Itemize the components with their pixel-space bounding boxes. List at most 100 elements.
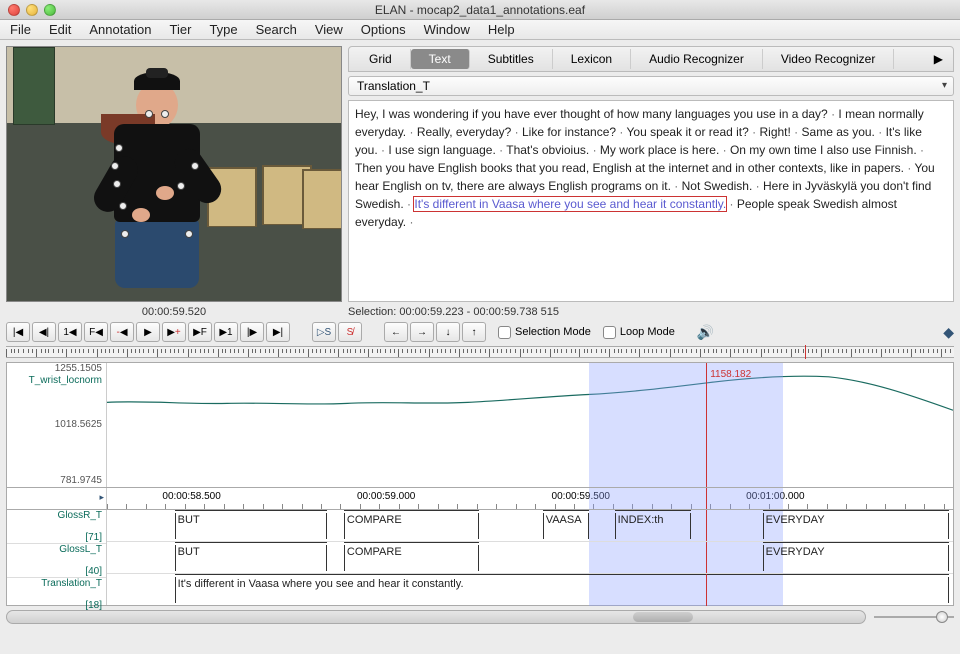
annotation-segment[interactable]: EVERYDAY (763, 513, 949, 539)
time-ruler[interactable]: ▸ 00:00:58.50000:00:59.00000:00:59.50000… (6, 488, 954, 510)
sentence[interactable]: Same as you. (802, 125, 875, 139)
annotation-segment[interactable]: INDEX:th (615, 513, 691, 539)
tier-label-glossl_t[interactable]: GlossL_T[40] (7, 544, 106, 578)
menu-tier[interactable]: Tier (170, 22, 192, 37)
annotation-text: BUT (178, 546, 200, 558)
loop-mode-checkbox[interactable] (603, 326, 616, 339)
menu-window[interactable]: Window (424, 22, 470, 37)
tab-subtitles[interactable]: Subtitles (470, 49, 553, 69)
waveform-y-axis: T_wrist_locnorm 1255.1505 1018.5625 781.… (7, 363, 107, 487)
cursor-value: 1158.182 (710, 369, 751, 380)
sentence-separator: · (404, 197, 415, 211)
zoom-knob[interactable] (936, 611, 948, 623)
tab-grid[interactable]: Grid (351, 49, 411, 69)
waveform-panel[interactable]: T_wrist_locnorm 1255.1505 1018.5625 781.… (6, 362, 954, 488)
sentence-separator: · (589, 143, 600, 157)
sentence[interactable]: On my own time I also use Finnish. (730, 143, 917, 157)
next-pixel-button[interactable]: ▶+ (162, 322, 186, 342)
titlebar: ELAN - mocap2_data1_annotations.eaf (0, 0, 960, 20)
annotation-segment[interactable]: BUT (175, 545, 327, 571)
text-pane[interactable]: Hey, I was wondering if you have ever th… (348, 100, 954, 302)
sentence[interactable]: Right! (759, 125, 790, 139)
sentence-separator: · (791, 125, 802, 139)
sentence-separator: · (726, 197, 737, 211)
menu-edit[interactable]: Edit (49, 22, 71, 37)
annotation-segment[interactable]: COMPARE (344, 545, 479, 571)
menu-file[interactable]: File (10, 22, 31, 37)
menu-search[interactable]: Search (256, 22, 297, 37)
menu-type[interactable]: Type (209, 22, 237, 37)
sel-down-button[interactable]: ↓ (436, 322, 460, 342)
annotation-segment[interactable]: It's different in Vaasa where you see an… (175, 577, 949, 603)
tier-dropdown[interactable]: Translation_T (348, 76, 954, 96)
sentence-separator: · (511, 125, 522, 139)
sentence[interactable]: Hey, I was wondering if you have ever th… (355, 107, 828, 121)
density-ruler[interactable] (6, 346, 954, 358)
tab-overflow-button[interactable]: ▶ (926, 52, 951, 66)
sentence[interactable]: My work place is here. (600, 143, 719, 157)
prev-frame-f-button[interactable]: F◀ (84, 322, 108, 342)
play-button[interactable]: ▶ (136, 322, 160, 342)
sel-left-edge-button[interactable]: ← (384, 322, 408, 342)
sentence[interactable]: Like for instance? (522, 125, 616, 139)
sentence-separator: · (828, 107, 839, 121)
tab-lexicon[interactable]: Lexicon (553, 49, 631, 69)
sentence-separator: · (917, 143, 924, 157)
go-start-button[interactable]: |◀ (6, 322, 30, 342)
play-selection-button[interactable]: ▷S (312, 322, 336, 342)
sel-right-edge-button[interactable]: → (410, 322, 434, 342)
menu-options[interactable]: Options (361, 22, 406, 37)
tab-audio-recognizer[interactable]: Audio Recognizer (631, 49, 763, 69)
tab-video-recognizer[interactable]: Video Recognizer (763, 49, 895, 69)
tab-text[interactable]: Text (411, 49, 470, 69)
scrollbar-thumb[interactable] (633, 612, 693, 622)
y-tick-top: 1255.1505 (55, 363, 102, 374)
tier-label-glossr_t[interactable]: GlossR_T[71] (7, 510, 106, 544)
annotation-text: EVERYDAY (766, 514, 825, 526)
horizontal-scrollbar[interactable] (6, 610, 866, 624)
y-tick-bot: 781.9745 (60, 475, 102, 486)
time-label: 00:00:59.000 (357, 491, 415, 502)
tier-track-translation_t[interactable]: It's different in Vaasa where you see an… (107, 574, 953, 606)
annotation-text: INDEX:th (618, 514, 664, 526)
go-end-button[interactable]: ▶| (266, 322, 290, 342)
time-label: 00:00:58.500 (162, 491, 220, 502)
annotation-segment[interactable]: COMPARE (344, 513, 479, 539)
clear-selection-button[interactable]: S̸ (338, 322, 362, 342)
sentence[interactable]: Then you have English books that you rea… (355, 161, 904, 175)
annotation-segment[interactable]: BUT (175, 513, 327, 539)
annotation-segment[interactable]: EVERYDAY (763, 545, 949, 571)
selection-mode-checkbox[interactable] (498, 326, 511, 339)
sentence[interactable]: That's obvioius. (506, 143, 589, 157)
zoom-slider[interactable] (874, 611, 954, 623)
next-sec-button[interactable]: ▶1 (214, 322, 238, 342)
annotation-segment[interactable]: VAASA (543, 513, 590, 539)
prev-pixel-button[interactable]: -◀ (110, 322, 134, 342)
sentence[interactable]: You speak it or read it? (627, 125, 749, 139)
tier-track-glossl_t[interactable]: BUT COMPARE EVERYDAY (107, 542, 953, 574)
menu-annotation[interactable]: Annotation (89, 22, 151, 37)
next-frame-f-button[interactable]: ▶F (188, 322, 212, 342)
sentence-separator: · (904, 161, 914, 175)
sentence[interactable]: I use sign language. (388, 143, 495, 157)
detach-viewer-icon[interactable]: ◆ (943, 324, 954, 341)
ruler-collapse-icon[interactable]: ▸ (99, 492, 104, 503)
sentence[interactable]: Really, everyday? (417, 125, 512, 139)
annotation-text: BUT (178, 514, 200, 526)
sentence[interactable]: It's different in Vaasa where you see an… (414, 197, 726, 211)
prev-scroll-button[interactable]: ◀| (32, 322, 56, 342)
sentence[interactable]: Not Swedish. (682, 179, 753, 193)
sentence-separator: · (496, 143, 506, 157)
tier-track-glossr_t[interactable]: BUT COMPARE VAASA INDEX:th EVERYDAY (107, 510, 953, 542)
waveform-plot[interactable]: 1158.182 (107, 363, 953, 487)
menu-help[interactable]: Help (488, 22, 515, 37)
prev-sec-button[interactable]: 1◀ (58, 322, 82, 342)
volume-icon[interactable]: 🔊 (697, 324, 714, 341)
next-scroll-button[interactable]: |▶ (240, 322, 264, 342)
menu-view[interactable]: View (315, 22, 343, 37)
tier-label-translation_t[interactable]: Translation_T[18] (7, 578, 106, 611)
sel-up-button[interactable]: ↑ (462, 322, 486, 342)
video-preview[interactable] (6, 46, 342, 302)
sentence-separator: · (875, 125, 886, 139)
loop-mode-label: Loop Mode (620, 326, 675, 338)
